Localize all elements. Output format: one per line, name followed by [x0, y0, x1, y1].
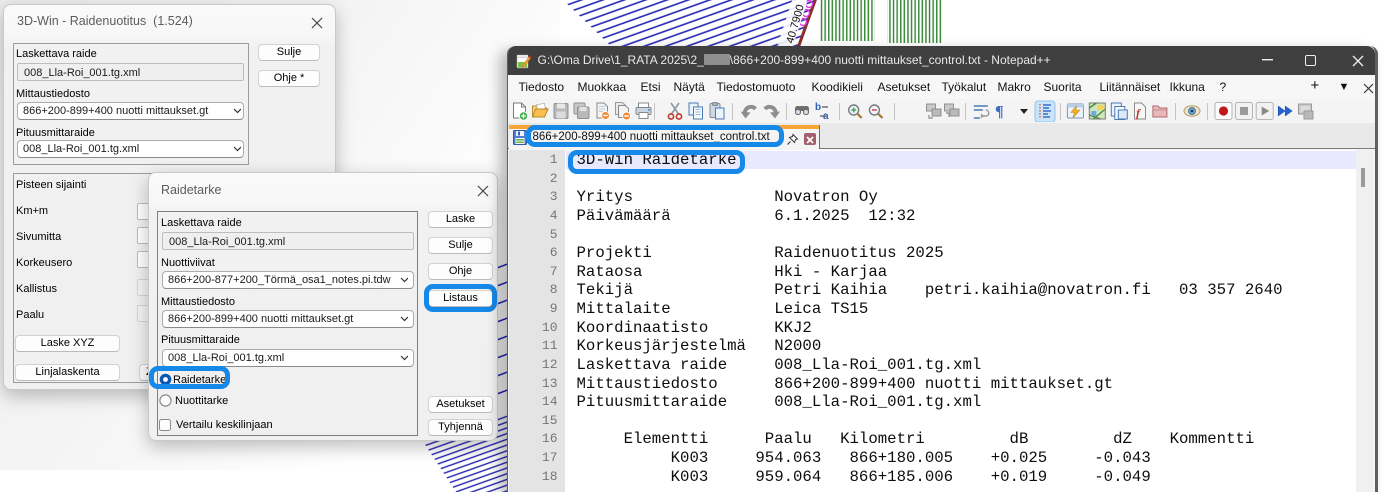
svg-text:b: b	[815, 102, 821, 113]
svg-text:¶: ¶	[995, 104, 1004, 121]
